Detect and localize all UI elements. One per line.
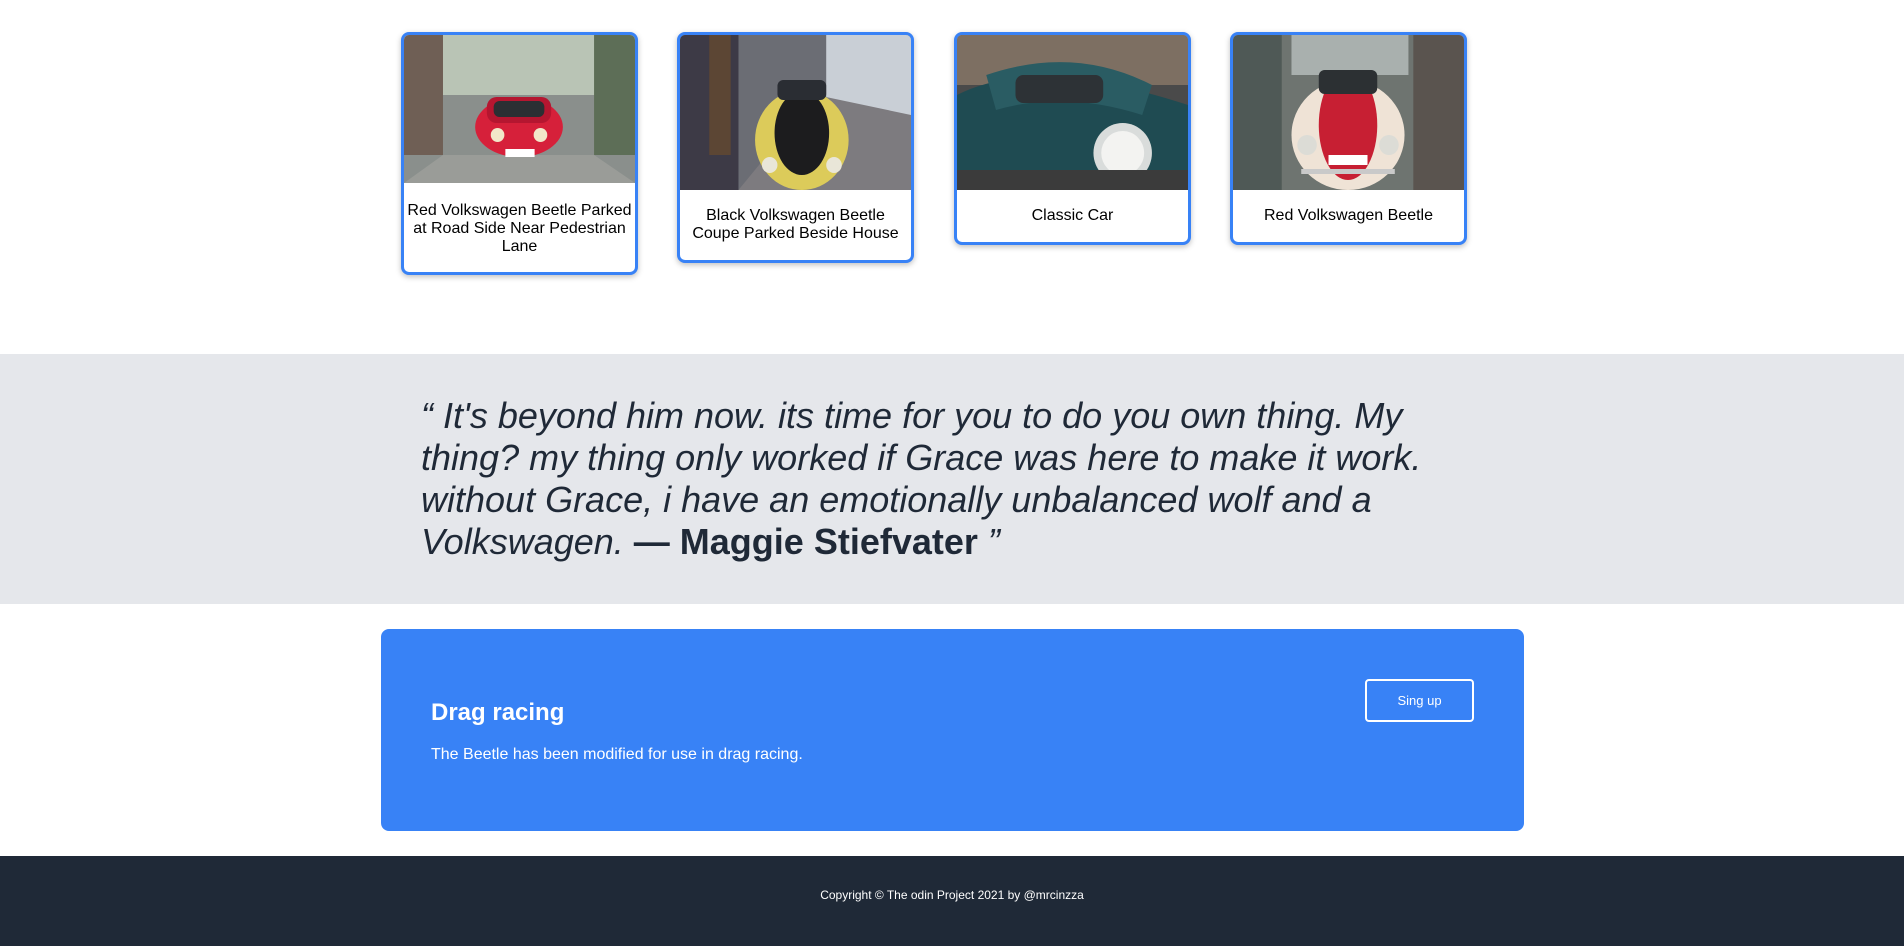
image-cards-section: Red Volkswagen Beetle Parked at Road Sid… [0,0,1904,354]
cta-title: Drag racing [431,699,565,726]
car-card: Black Volkswagen Beetle Coupe Parked Bes… [677,32,914,263]
quote-open-mark: “ [421,395,433,436]
card-caption: Red Volkswagen Beetle [1264,207,1433,224]
car-card: Red Volkswagen Beetle Parked at Road Sid… [401,32,638,275]
sign-up-button[interactable]: Sing up [1365,679,1474,722]
footer: Copyright © The odin Project 2021 by @mr… [0,856,1904,946]
quote-text: “ It's beyond him now. its time for you … [421,395,1461,563]
cta-text: The Beetle has been modified for use in … [431,746,803,763]
card-caption: Red Volkswagen Beetle Parked at Road Sid… [407,202,632,255]
black-beetle-coupe-image [680,35,911,190]
car-card: Red Volkswagen Beetle [1230,32,1467,245]
red-beetle-image [404,35,635,183]
quote-section: “ It's beyond him now. its time for you … [0,354,1904,604]
copyright-text: Copyright © The odin Project 2021 by @mr… [820,888,1084,902]
car-card: Classic Car [954,32,1191,245]
classic-car-image [957,35,1188,190]
card-caption: Classic Car [1031,207,1114,224]
call-to-action: Drag racing The Beetle has been modified… [381,629,1524,831]
card-caption: Black Volkswagen Beetle Coupe Parked Bes… [692,207,899,242]
quote-close-mark: ” [977,521,1000,562]
quote-author: — Maggie Stiefvater [633,521,978,562]
red-beetle-street-image [1233,35,1464,190]
